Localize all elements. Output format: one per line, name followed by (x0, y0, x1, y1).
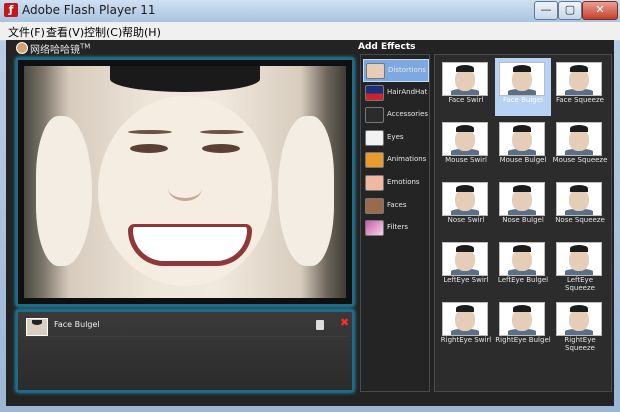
add-effects-heading: Add Effects (358, 42, 416, 52)
category-faces[interactable]: Faces (363, 195, 427, 216)
menu-control[interactable]: 控制(C) (84, 24, 122, 40)
effect-label: Face Squeeze (556, 96, 604, 104)
butterfly-icon (365, 152, 384, 169)
effect-label: RightEye Squeeze (564, 336, 596, 352)
applied-effects-panel: Face Bulgel ✖ (16, 310, 354, 392)
category-accessories[interactable]: Accessories (363, 104, 429, 125)
effects-grid: Face Swirl Face Bulgel Face Squeeze Mouse S… (434, 54, 612, 392)
category-label: Distortions (388, 66, 426, 74)
category-label: Filters (387, 223, 408, 232)
logo-trademark: TM (80, 42, 91, 51)
effect-label: LeftEye Bulgel (497, 276, 549, 284)
effect-label: Nose Squeeze (555, 216, 605, 224)
category-label: Accessories (387, 110, 429, 119)
effect-righteye-bulgel[interactable]: RightEye Bulgel (495, 298, 551, 356)
category-label: Emotions (387, 178, 420, 186)
effect-label: Mouse Squeeze (552, 156, 608, 164)
effect-thumbnail (499, 302, 545, 336)
distorted-face-image (24, 66, 346, 298)
effect-thumbnail (442, 242, 488, 276)
effect-thumbnail (442, 122, 488, 156)
title-bar[interactable]: ƒ Adobe Flash Player 11 — ▢ ✕ (0, 0, 620, 22)
mustache-icon (365, 107, 384, 124)
delete-icon[interactable]: ✖ (340, 316, 349, 329)
effect-thumbnail (556, 182, 602, 216)
effect-lefteye-squeeze[interactable]: LeftEye Squeeze (552, 238, 608, 296)
effect-label: RightEye Bulgel (495, 336, 551, 344)
effect-lefteye-bulgel[interactable]: LeftEye Bulgel (495, 238, 551, 296)
trash-icon[interactable] (316, 320, 324, 330)
flash-player-window: ƒ Adobe Flash Player 11 — ▢ ✕ 文件(F) 查看(V… (0, 0, 620, 412)
faces-icon (365, 197, 384, 214)
effect-thumbnail (499, 122, 545, 156)
category-label: HairAndHat (387, 87, 428, 96)
category-animations[interactable]: Animations (363, 149, 427, 170)
logo-text: 网络哈哈镜 (30, 45, 80, 56)
effect-face-bulgel[interactable]: Face Bulgel (495, 58, 551, 116)
filter-icon (365, 220, 384, 237)
effect-thumbnail (556, 62, 602, 96)
applied-effect-label: Face Bulgel (54, 320, 100, 329)
menu-view[interactable]: 查看(V) (46, 24, 84, 40)
effect-thumbnail (442, 302, 488, 336)
effect-thumbnail (556, 302, 602, 336)
category-emotions[interactable]: Emotions (363, 172, 427, 193)
emotion-face-icon (365, 175, 384, 191)
effect-label: LeftEye Swirl (443, 276, 489, 284)
flash-app-icon: ƒ (4, 3, 18, 17)
applied-effect-row[interactable]: Face Bulgel ✖ (22, 316, 349, 337)
effect-thumbnail (499, 182, 545, 216)
hat-icon (365, 84, 384, 101)
effect-label: LeftEye Squeeze (565, 276, 595, 292)
effect-thumbnail (556, 122, 602, 156)
effect-mouse-swirl[interactable]: Mouse Swirl (438, 118, 494, 176)
effect-nose-squeeze[interactable]: Nose Squeeze (552, 178, 608, 236)
face-thumb-icon (366, 63, 385, 79)
category-eyes[interactable]: Eyes (363, 127, 427, 148)
effect-face-swirl[interactable]: Face Swirl (438, 58, 494, 116)
effect-label: Nose Swirl (447, 216, 485, 224)
effect-thumbnail (442, 62, 488, 96)
photo-preview (16, 58, 354, 306)
effect-righteye-swirl[interactable]: RightEye Swirl (438, 298, 494, 356)
applied-effect-thumbnail (26, 318, 48, 336)
menu-file[interactable]: 文件(F) (8, 24, 45, 40)
effect-label: Face Bulgel (503, 96, 543, 104)
effect-thumbnail (499, 242, 545, 276)
category-filters[interactable]: Filters (363, 217, 427, 238)
effect-thumbnail (499, 62, 545, 96)
category-hairandhat[interactable]: HairAndHat (363, 82, 427, 103)
effect-label: Mouse Bulgel (499, 156, 547, 164)
effect-mouse-bulgel[interactable]: Mouse Bulgel (495, 118, 551, 176)
category-list: Distortions HairAndHat Accessories Eyes Anim… (360, 54, 430, 392)
category-label: Eyes (387, 132, 404, 141)
effect-label: Mouse Swirl (445, 156, 487, 164)
window-title: Adobe Flash Player 11 (22, 3, 156, 17)
effect-righteye-squeeze[interactable]: RightEye Squeeze (552, 298, 608, 356)
effect-nose-bulgel[interactable]: Nose Bulgel (495, 178, 551, 236)
effect-face-squeeze[interactable]: Face Squeeze (552, 58, 608, 116)
logo-face-icon (16, 42, 28, 54)
category-label: Faces (387, 200, 407, 209)
close-button[interactable]: ✕ (582, 1, 618, 20)
glasses-icon (365, 129, 384, 146)
minimize-button[interactable]: — (534, 1, 558, 20)
effect-lefteye-swirl[interactable]: LeftEye Swirl (438, 238, 494, 296)
effect-mouse-squeeze[interactable]: Mouse Squeeze (552, 118, 608, 176)
menu-bar: 文件(F) 查看(V) 控制(C) 帮助(H) (0, 22, 620, 41)
effect-thumbnail (556, 242, 602, 276)
maximize-button[interactable]: ▢ (558, 1, 582, 20)
effect-thumbnail (442, 182, 488, 216)
flash-content: 网络哈哈镜TM Add Effects Face Bulgel ✖ Distor… (6, 40, 614, 406)
category-distortions[interactable]: Distortions (363, 59, 429, 82)
menu-help[interactable]: 帮助(H) (122, 24, 161, 40)
effect-label: Face Swirl (448, 96, 484, 104)
effect-label: Nose Bulgel (502, 216, 544, 224)
effect-nose-swirl[interactable]: Nose Swirl (438, 178, 494, 236)
category-label: Animations (387, 155, 427, 164)
effect-label: RightEye Swirl (440, 336, 492, 344)
